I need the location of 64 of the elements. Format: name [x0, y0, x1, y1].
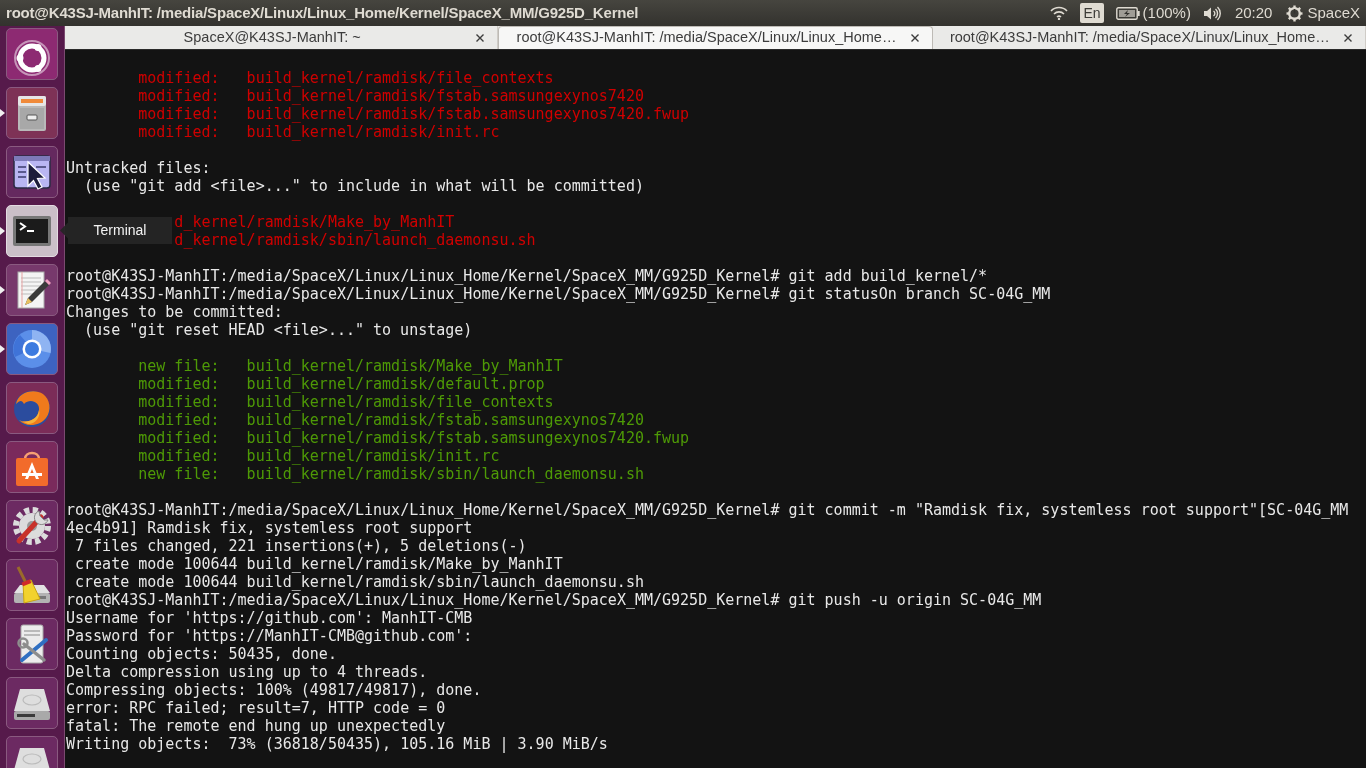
terminal-line: error: RPC failed; result=7, HTTP code = 0 — [66, 699, 446, 717]
close-icon — [475, 32, 486, 43]
terminal-line: modified: build_kernel/ramdisk/init.rc — [138, 123, 500, 141]
terminal-line: modified: build_kernel/ramdisk/fstab.samsungexynos7420.fwup — [138, 105, 690, 123]
terminal-line: d_kernel/ramdisk/sbin/launch_daemonsu.sh — [174, 231, 536, 249]
launcher-item[interactable] — [6, 87, 58, 139]
close-tab-button[interactable] — [1343, 32, 1353, 43]
terminal-line: new file: build_kernel/ramdisk/sbin/launch_daemonsu.sh — [138, 465, 644, 483]
launcher-item[interactable] — [6, 500, 58, 552]
battery-icon[interactable] — [1115, 6, 1140, 20]
terminal-line: 4ec4b91] Ramdisk fix, systemless root support — [66, 519, 473, 537]
terminal-line: d_kernel/ramdisk/Make_by_ManhIT — [174, 213, 455, 231]
close-tab-button[interactable] — [909, 33, 920, 43]
terminal-line: create mode 100644 build_kernel/ramdisk/sbin/launch_daemonsu.sh — [75, 573, 644, 591]
terminal-line: root@K43SJ-ManhIT:/media/SpaceX/Linux/Linux_Home/Kernel/SpaceX_MM/G925D_Kernel# git add build_kernel/* — [66, 267, 988, 285]
launcher-item[interactable] — [6, 618, 58, 670]
terminal-line: root@K43SJ-ManhIT:/media/SpaceX/Linux/Linux_Home/Kernel/SpaceX_MM/G925D_Kernel# git commit -m "Ramdisk fix, systemless root support"[SC-04G_MM — [66, 501, 1349, 519]
launcher-item[interactable] — [6, 441, 58, 493]
terminal-line: (use "git reset HEAD <file>..." to unstage) — [84, 321, 473, 339]
terminal-line: modified: build_kernel/ramdisk/init.rc — [138, 447, 500, 465]
volume-icon[interactable] — [1202, 5, 1221, 21]
terminal-line: new file: build_kernel/ramdisk/Make_by_ManhIT — [138, 357, 563, 375]
launcher-item[interactable] — [6, 677, 58, 729]
terminal-line: root@K43SJ-ManhIT:/media/SpaceX/Linux/Linux_Home/Kernel/SpaceX_MM/G925D_Kernel# git statusOn branch SC-04G_MM — [66, 285, 1051, 303]
terminal-line: Password for 'https://ManhIT-CMB@github.com': — [66, 627, 473, 645]
terminal-line: modified: build_kernel/ramdisk/fstab.samsungexynos7420.fwup — [138, 429, 690, 447]
clock[interactable]: 20:20 — [1234, 1, 1273, 25]
terminal-line: modified: build_kernel/ramdisk/file_contexts — [138, 69, 554, 87]
window-title: root@K43SJ-ManhIT: /media/SpaceX/Linux/Linux_Home/Kernel/SpaceX_MM/G925D_Kernel — [5, 2, 639, 23]
terminal-line: modified: build_kernel/ramdisk/fstab.samsungexynos7420 — [138, 87, 644, 105]
wifi-icon[interactable] — [1050, 6, 1069, 20]
terminal-tab[interactable]: root@K43SJ-ManhIT: /media/SpaceX/Linux/Linux_Home… — [498, 26, 933, 49]
launcher-item[interactable] — [6, 146, 58, 198]
terminal-line: Delta compression using up to 4 threads. — [66, 663, 428, 681]
launcher-item[interactable] — [6, 264, 58, 316]
user-name[interactable]: SpaceX — [1307, 1, 1360, 25]
terminal-line: Changes to be committed: — [66, 303, 283, 321]
terminal-line: (use "git add <file>..." to include in what will be committed) — [84, 177, 644, 195]
ring-icon — [10, 327, 54, 371]
close-tab-button[interactable] — [475, 32, 486, 43]
terminal-tab[interactable]: root@K43SJ-ManhIT: /media/SpaceX/Linux/Linux_Home… — [932, 26, 1366, 49]
terminal-line: modified: build_kernel/ramdisk/default.prop — [138, 375, 545, 393]
launcher-item[interactable] — [6, 323, 58, 375]
terminal-line: Untracked files: — [66, 159, 211, 177]
terminal-line: root@K43SJ-ManhIT:/media/SpaceX/Linux/Linux_Home/Kernel/SpaceX_MM/G925D_Kernel# git push -u origin SC-04G_MM — [66, 591, 1042, 609]
close-icon — [1343, 32, 1353, 43]
close-icon — [909, 33, 920, 43]
launcher-item[interactable] — [6, 28, 58, 80]
terminal-line: 7 files changed, 221 insertions(+), 5 deletions(-) — [75, 537, 527, 555]
terminal-line: Compressing objects: 100% (49817/49817), done. — [66, 681, 482, 699]
terminal-tab[interactable]: SpaceX@K43SJ-ManhIT: ~ — [65, 26, 499, 49]
terminal-line: fatal: The remote end hung up unexpectedly — [66, 717, 446, 735]
battery-percentage[interactable]: (100%) — [1142, 1, 1191, 25]
terminal-line: Username for 'https://github.com': ManhIT-CMB — [66, 609, 473, 627]
gear-wrench-icon — [10, 504, 54, 548]
launcher-item[interactable] — [6, 559, 58, 611]
terminal-line: Counting objects: 50435, done. — [66, 645, 337, 663]
terminal-line: create mode 100644 build_kernel/ramdisk/Make_by_ManhIT — [75, 555, 563, 573]
terminal-line: modified: build_kernel/ramdisk/fstab.samsungexynos7420 — [138, 411, 644, 429]
terminal-line: Writing objects: 73% (36818/50435), 105.16 MiB | 3.90 MiB/s — [66, 735, 608, 753]
terminal-line: modified: build_kernel/ramdisk/file_contexts — [138, 393, 554, 411]
gear-icon[interactable] — [1286, 4, 1304, 22]
launcher-tooltip: Terminal — [60, 217, 172, 244]
keyboard-layout-indicator[interactable]: En — [1080, 3, 1104, 23]
